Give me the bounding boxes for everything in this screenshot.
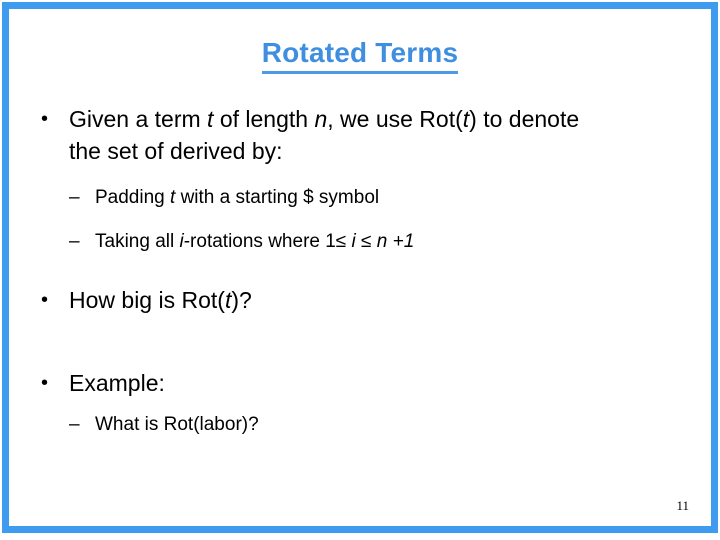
slide-content-area: Rotated Terms • Given a term t of length… bbox=[9, 9, 711, 526]
bullet-marker-disc: • bbox=[41, 108, 49, 130]
subbullet-text: Taking all i-rotations where 1≤ i ≤ n +1 bbox=[95, 231, 414, 252]
frame-border-bottom bbox=[2, 526, 718, 533]
text-fragment: ≤ bbox=[355, 231, 377, 253]
text-fragment: -rotations where 1≤ bbox=[183, 231, 352, 253]
text-fragment: How big is Rot( bbox=[69, 286, 225, 313]
text-fragment: , we use Rot( bbox=[327, 106, 463, 132]
bullet-marker-disc: • bbox=[41, 288, 49, 311]
bullet-item-example: • Example: bbox=[23, 368, 703, 400]
math-expression-plus-one: +1 bbox=[387, 231, 415, 253]
bullet-text: How big is Rot(t)? bbox=[69, 287, 252, 313]
slide-title-text: Rotated Terms bbox=[261, 37, 459, 74]
frame-border-top bbox=[2, 2, 718, 9]
subbullet-item-what-is-rot-labor: – What is Rot(labor)? bbox=[23, 412, 703, 438]
text-fragment: )? bbox=[231, 286, 252, 313]
subbullet-item-taking-all-rotations: – Taking all i-rotations where 1≤ i ≤ n … bbox=[23, 229, 703, 255]
subbullet-text: What is Rot(labor)? bbox=[95, 414, 259, 436]
text-fragment: Taking all bbox=[95, 231, 180, 253]
math-variable-n: n bbox=[314, 106, 328, 132]
bullet-item-how-big-is-rot: • How big is Rot(t)? bbox=[23, 285, 703, 317]
bullet-item-given-a-term: • Given a term t of length n, we use Rot… bbox=[23, 104, 703, 167]
bullet-text-line1: Given a term t of length n, we use Rot(t… bbox=[69, 106, 579, 132]
text-fragment: ) to denote bbox=[469, 106, 580, 132]
page-number: 11 bbox=[676, 498, 689, 513]
subbullet-item-padding: – Padding t with a starting $ symbol bbox=[23, 185, 703, 211]
bullet-marker-dash: – bbox=[69, 231, 80, 253]
slide-canvas: Rotated Terms • Given a term t of length… bbox=[0, 0, 720, 540]
frame-border-left bbox=[2, 2, 9, 533]
text-fragment: Given a term bbox=[69, 106, 208, 132]
bullet-marker-disc: • bbox=[41, 372, 49, 395]
text-fragment: with a starting $ symbol bbox=[175, 187, 380, 209]
bullet-text-line2: the set of derived by: bbox=[69, 137, 283, 164]
frame-border-right bbox=[711, 2, 718, 533]
bullet-text: Example: bbox=[69, 370, 165, 397]
text-fragment: Padding bbox=[95, 187, 171, 209]
bullet-marker-dash: – bbox=[69, 187, 80, 209]
bullet-marker-dash: – bbox=[69, 414, 80, 436]
slide-title: Rotated Terms bbox=[9, 37, 711, 74]
slide-body-content: • Given a term t of length n, we use Rot… bbox=[23, 104, 703, 438]
subbullet-text: Padding t with a starting $ symbol bbox=[95, 187, 379, 208]
math-variable-n: n bbox=[376, 231, 388, 253]
text-fragment: of length bbox=[213, 106, 315, 132]
